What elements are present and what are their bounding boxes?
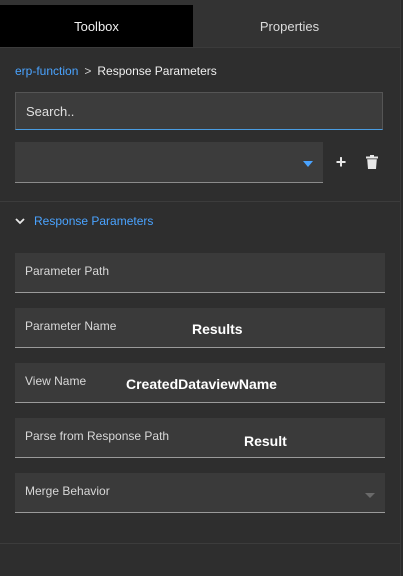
- breadcrumb: erp-function > Response Parameters: [15, 64, 217, 78]
- tab-properties[interactable]: Properties: [193, 5, 386, 47]
- parameter-name-value: Results: [192, 321, 243, 337]
- merge-behavior-select[interactable]: Merge Behavior: [15, 473, 385, 513]
- view-name-field[interactable]: View Name CreatedDataviewName: [15, 363, 385, 403]
- breadcrumb-erp-function-link[interactable]: erp-function: [15, 64, 78, 78]
- tab-bar: Toolbox Properties: [0, 0, 400, 48]
- parameter-path-field[interactable]: Parameter Path: [15, 253, 385, 293]
- chevron-down-icon: [365, 493, 375, 498]
- add-icon[interactable]: +: [331, 152, 351, 172]
- parameter-path-label: Parameter Path: [25, 264, 110, 278]
- tab-toolbox[interactable]: Toolbox: [0, 5, 193, 47]
- trash-icon[interactable]: [362, 152, 382, 172]
- merge-behavior-label: Merge Behavior: [25, 484, 110, 498]
- parse-from-response-path-value: Result: [244, 433, 287, 449]
- view-name-label: View Name: [25, 374, 87, 388]
- parameter-name-field[interactable]: Parameter Name Results: [15, 308, 385, 348]
- toolbox-panel: Toolbox Properties erp-function > Respon…: [0, 0, 401, 576]
- divider: [0, 201, 400, 202]
- chevron-down-icon: [15, 218, 25, 225]
- response-parameters-section-toggle[interactable]: Response Parameters: [15, 214, 153, 228]
- function-select[interactable]: [15, 142, 323, 183]
- divider: [0, 543, 400, 544]
- view-name-value: CreatedDataviewName: [126, 376, 277, 392]
- breadcrumb-current: Response Parameters: [97, 64, 217, 78]
- chevron-down-icon: [303, 161, 313, 167]
- section-title: Response Parameters: [34, 214, 154, 228]
- parse-from-response-path-label: Parse from Response Path: [25, 429, 170, 443]
- breadcrumb-separator: >: [84, 64, 92, 78]
- parse-from-response-path-field[interactable]: Parse from Response Path Result: [15, 418, 385, 458]
- search-input[interactable]: [15, 92, 383, 130]
- parameter-name-label: Parameter Name: [25, 319, 117, 333]
